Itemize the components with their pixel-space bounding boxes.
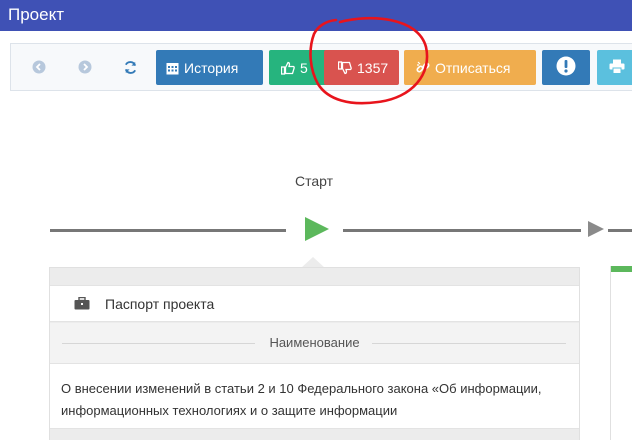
- field-label: Наименование: [269, 335, 360, 350]
- history-button[interactable]: История: [156, 50, 263, 85]
- dislike-count: 1357: [357, 59, 389, 76]
- stage-status-bar: [611, 266, 632, 272]
- briefcase-icon: [74, 296, 90, 315]
- page-title: Проект: [8, 5, 64, 24]
- stage-label: Старт: [295, 173, 334, 189]
- project-passport-card: Паспорт проекта Наименование О внесении …: [49, 267, 580, 440]
- field-value: О внесении изменений в статьи 2 и 10 Фед…: [61, 381, 542, 418]
- timeline-line-left: [50, 229, 286, 232]
- refresh-icon[interactable]: [120, 57, 140, 77]
- print-button[interactable]: [597, 50, 632, 85]
- title-bar: Проект: [0, 0, 632, 31]
- card-title: Паспорт проекта: [105, 296, 215, 312]
- back-icon[interactable]: [29, 57, 49, 77]
- like-count: 5: [300, 59, 308, 76]
- toolbar: История 5 1357 Отписаться: [10, 43, 632, 91]
- forward-icon[interactable]: [75, 57, 95, 77]
- field-value-box: О внесении изменений в статьи 2 и 10 Фед…: [50, 363, 579, 429]
- like-button[interactable]: 5: [269, 50, 327, 85]
- exclamation-icon: [556, 56, 576, 79]
- dislike-button[interactable]: 1357: [324, 50, 399, 85]
- thumbs-down-icon: [338, 60, 352, 75]
- next-stage-arrow-icon[interactable]: [587, 220, 605, 243]
- calendar-icon: [166, 61, 179, 75]
- play-icon[interactable]: [304, 216, 330, 247]
- next-stage-card: [610, 266, 632, 440]
- timeline-line-middle: [343, 229, 581, 232]
- field-section: Наименование: [50, 323, 579, 363]
- unlink-icon: [416, 61, 430, 75]
- unsubscribe-button[interactable]: Отписаться: [404, 50, 536, 85]
- thumbs-up-icon: [281, 61, 295, 75]
- card-header[interactable]: Паспорт проекта: [50, 285, 579, 322]
- report-button[interactable]: [542, 50, 590, 85]
- timeline-line-right: [608, 229, 632, 232]
- history-label: История: [184, 59, 239, 76]
- print-icon: [609, 59, 625, 77]
- unsubscribe-label: Отписаться: [435, 59, 511, 76]
